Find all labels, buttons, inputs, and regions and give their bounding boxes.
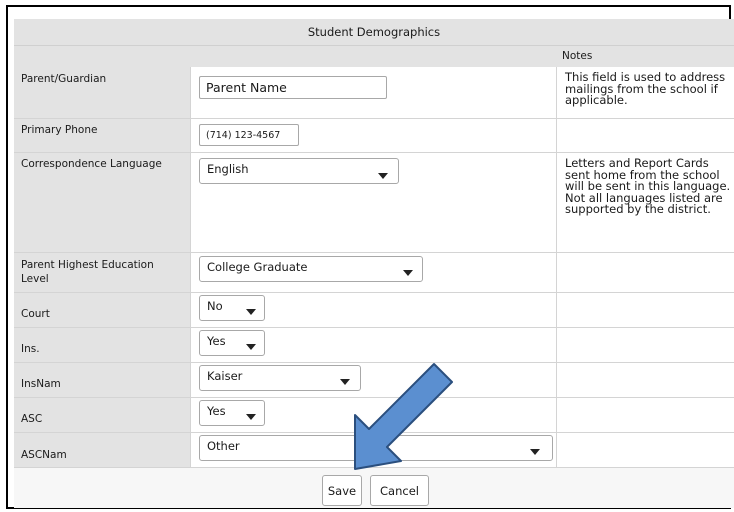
parent-guardian-input[interactable]: Parent Name <box>199 76 387 99</box>
correspondence-language-value: English <box>207 162 249 176</box>
parent-education-select[interactable]: College Graduate <box>199 256 423 282</box>
court-label: Court <box>14 293 190 327</box>
parent-guardian-label: Parent/Guardian <box>14 67 190 118</box>
insnam-label: InsNam <box>14 363 190 397</box>
asc-note <box>556 398 734 432</box>
cancel-button[interactable]: Cancel <box>370 475 429 506</box>
primary-phone-label: Primary Phone <box>14 119 190 152</box>
correspondence-language-select[interactable]: English <box>199 158 399 184</box>
parent-education-cell: College Graduate <box>190 253 556 292</box>
ascnam-label: ASCNam <box>14 433 190 467</box>
court-note <box>556 293 734 327</box>
insnam-value: Kaiser <box>207 369 243 383</box>
court-value: No <box>207 299 223 313</box>
pointer-arrow-icon <box>354 363 453 470</box>
chevron-down-icon <box>246 344 256 350</box>
parent-guardian-note: This field is used to address mailings f… <box>556 67 734 118</box>
chevron-down-icon <box>246 414 256 420</box>
chevron-down-icon <box>378 173 388 179</box>
ins-value: Yes <box>207 334 226 348</box>
chevron-down-icon <box>530 449 540 455</box>
primary-phone-cell: (714) 123-4567 <box>190 119 556 152</box>
correspondence-language-label: Correspondence Language <box>14 153 190 252</box>
parent-guardian-cell: Parent Name <box>190 67 556 118</box>
row-parent-guardian: Parent/Guardian Parent Name This field i… <box>14 67 734 119</box>
parent-education-value: College Graduate <box>207 260 308 274</box>
row-court: Court No <box>14 293 734 328</box>
insnam-select[interactable]: Kaiser <box>199 365 361 391</box>
parent-education-note <box>556 253 734 292</box>
ascnam-note <box>556 433 734 467</box>
ins-cell: Yes <box>190 328 556 362</box>
row-correspondence-language: Correspondence Language English Letters … <box>14 153 734 253</box>
parent-education-label: Parent Highest Education Level <box>14 253 190 292</box>
notes-header-row: Notes <box>14 46 734 67</box>
ins-select[interactable]: Yes <box>199 330 265 356</box>
ins-label: Ins. <box>14 328 190 362</box>
insnam-note <box>556 363 734 397</box>
form-title: Student Demographics <box>14 19 734 46</box>
notes-header: Notes <box>562 50 593 62</box>
ins-note <box>556 328 734 362</box>
asc-value: Yes <box>207 404 226 418</box>
primary-phone-note <box>556 119 734 152</box>
correspondence-language-cell: English <box>190 153 556 252</box>
row-parent-education: Parent Highest Education Level College G… <box>14 253 734 293</box>
correspondence-language-note: Letters and Report Cards sent home from … <box>556 153 734 252</box>
court-select[interactable]: No <box>199 295 265 321</box>
row-primary-phone: Primary Phone (714) 123-4567 <box>14 119 734 153</box>
asc-select[interactable]: Yes <box>199 400 265 426</box>
chevron-down-icon <box>403 270 413 276</box>
asc-label: ASC <box>14 398 190 432</box>
primary-phone-input[interactable]: (714) 123-4567 <box>199 124 299 146</box>
chevron-down-icon <box>246 309 256 315</box>
court-cell: No <box>190 293 556 327</box>
save-button[interactable]: Save <box>322 475 362 506</box>
row-ins: Ins. Yes <box>14 328 734 363</box>
ascnam-value: Other <box>207 439 240 453</box>
